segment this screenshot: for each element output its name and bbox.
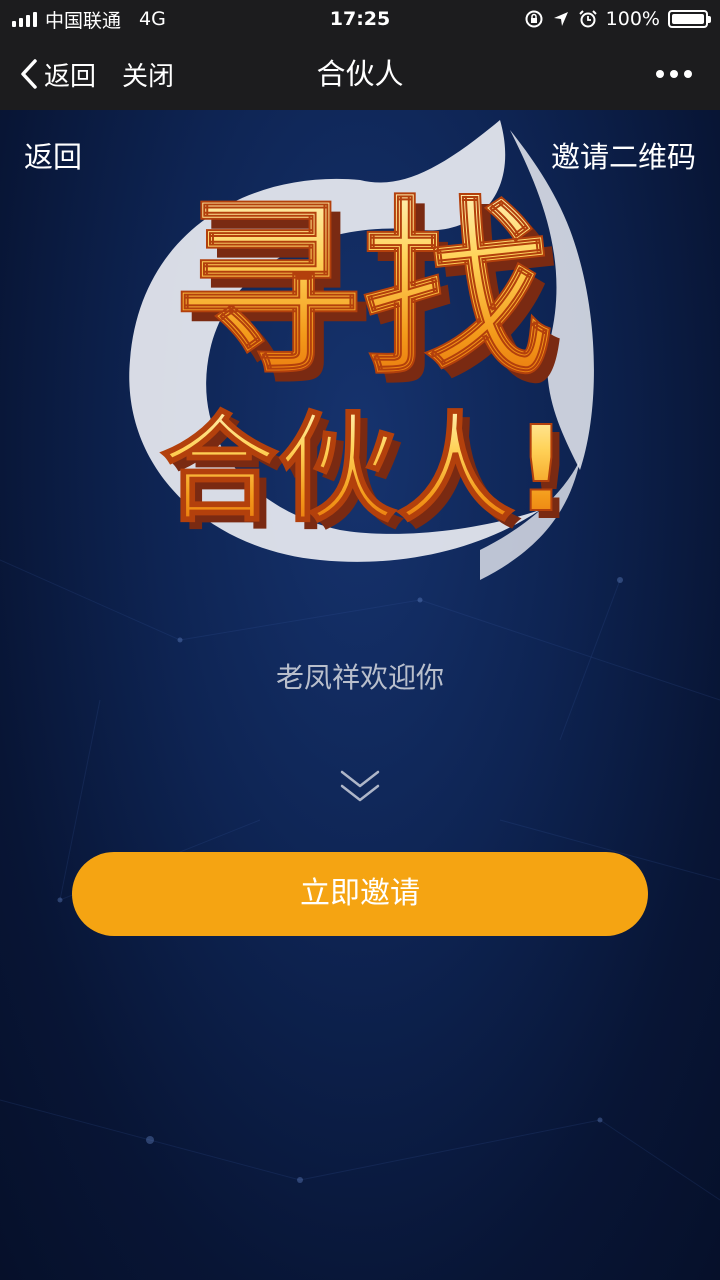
more-options-button[interactable] [656, 38, 692, 110]
battery-percent: 100% [605, 8, 660, 30]
page-title: 合伙人 [316, 57, 404, 91]
status-right: 100% [524, 0, 711, 38]
battery-icon [668, 10, 711, 28]
rotation-lock-icon [525, 10, 543, 28]
chevron-left-icon [21, 59, 37, 89]
nav-back-label: 返回 [44, 61, 97, 92]
alarm-icon [578, 10, 597, 28]
banner-line1: 寻找 [172, 180, 552, 401]
more-dot-icon [656, 70, 664, 78]
more-dot-icon [670, 70, 678, 78]
nav-bar: 返回 关闭 合伙人 [0, 38, 720, 110]
nav-back-button[interactable]: 返回 [20, 38, 96, 110]
more-dot-icon [684, 70, 692, 78]
double-chevron-down-icon [340, 770, 380, 802]
invite-now-button[interactable]: 立即邀请 [72, 852, 648, 936]
nav-close-button[interactable]: 关闭 [122, 38, 174, 110]
location-icon [553, 12, 568, 26]
page-back-link[interactable]: 返回 [24, 134, 82, 176]
banner-line2: 合伙人! [160, 400, 568, 538]
welcome-text: 老凤祥欢迎你 [275, 661, 444, 694]
recruit-partner-banner: 寻找 寻找 合伙人! 合伙人! [129, 120, 594, 580]
screen: 中国联通 4G 17:25 100% 返回 关闭 合伙人 返回 邀请二维码 寻找… [0, 0, 720, 1280]
status-bar: 中国联通 4G 17:25 100% [0, 0, 720, 38]
